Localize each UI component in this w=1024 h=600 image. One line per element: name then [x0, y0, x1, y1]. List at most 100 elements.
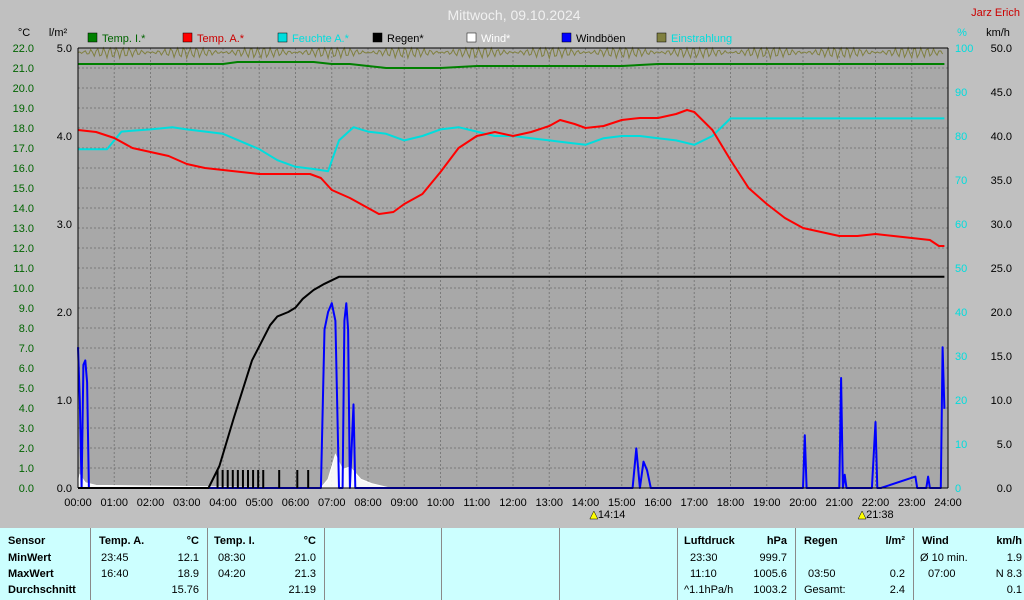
legend-label: Temp. A.* [197, 33, 245, 45]
temp-a-min-time: 23:45 [101, 552, 129, 564]
sensor-header: Sensor [8, 535, 46, 547]
marker-label: 14:14 [598, 509, 626, 521]
x-tick-label: 11:00 [463, 497, 490, 509]
legend-label: Regen* [387, 33, 424, 45]
stats-col-wind: Wind km/h Ø 10 min. 1.9 07:00 N 8.3 0.1 [913, 528, 1024, 600]
wind-tick-label: 15.0 [991, 351, 1012, 363]
luftdruck-max-time: 11:10 [690, 568, 717, 580]
stats-col-empty-3 [559, 528, 677, 600]
stats-col-empty-1 [324, 528, 441, 600]
unit-rain: l/m² [49, 27, 68, 39]
temp-tick-label: 3.0 [19, 423, 34, 435]
legend-label: Windböen [576, 33, 626, 45]
x-tick-label: 00:00 [64, 497, 92, 509]
temp-tick-label: 7.0 [19, 343, 34, 355]
rain-tick-label: 2.0 [57, 307, 72, 319]
wind-tick-label: 25.0 [991, 263, 1012, 275]
humidity-tick-label: 90 [955, 87, 967, 99]
luftdruck-header: Luftdruck [684, 535, 735, 547]
temp-tick-label: 0.0 [19, 483, 34, 495]
x-tick-label: 10:00 [427, 497, 455, 509]
legend-swatch [372, 32, 383, 43]
stats-col-empty-2 [441, 528, 559, 600]
regen-max-time: 03:50 [808, 568, 836, 580]
x-tick-label: 22:00 [862, 497, 890, 509]
x-tick-label: 08:00 [354, 497, 382, 509]
x-tick-label: 18:00 [717, 497, 745, 509]
luftdruck-trend: ^1.1hPa/h [684, 584, 734, 596]
temp-tick-label: 15.0 [13, 183, 34, 195]
regen-total-val: 2.4 [889, 584, 905, 596]
x-tick-label: 07:00 [318, 497, 346, 509]
x-tick-label: 19:00 [753, 497, 781, 509]
stats-col-regen: Regen l/m² 03:50 0.2 Gesamt: 2.4 [795, 528, 913, 600]
wind-tick-label: 40.0 [991, 131, 1012, 143]
legend-swatch [87, 32, 98, 43]
wind-tick-label: 30.0 [991, 219, 1012, 231]
x-tick-label: 21:00 [825, 497, 853, 509]
humidity-tick-label: 20 [955, 395, 967, 407]
x-tick-label: 05:00 [245, 497, 273, 509]
unit-humidity: % [957, 27, 967, 39]
x-tick-label: 03:00 [173, 497, 201, 509]
temp-tick-label: 17.0 [13, 143, 34, 155]
temp-tick-label: 20.0 [13, 83, 34, 95]
stats-col-sensor: Sensor MinWert MaxWert Durchschnitt [0, 528, 90, 600]
temp-i-header: Temp. I. [214, 535, 255, 547]
rain-tick-label: 1.0 [57, 395, 72, 407]
legend-swatch [466, 32, 477, 43]
temp-tick-label: 9.0 [19, 303, 34, 315]
x-tick-label: 23:00 [898, 497, 926, 509]
humidity-tick-label: 40 [955, 307, 967, 319]
temp-tick-label: 11.0 [13, 263, 34, 275]
temp-a-avg: 15.76 [171, 584, 199, 596]
unit-temperature: °C [18, 27, 30, 39]
humidity-tick-label: 10 [955, 439, 967, 451]
temp-tick-label: 21.0 [13, 63, 34, 75]
stats-col-temp-i: Temp. I. °C 08:30 21.0 04:20 21.3 21.19 [207, 528, 324, 600]
legend-label: Einstrahlung [671, 33, 732, 45]
stats-col-luftdruck: Luftdruck hPa 23:30 999.7 11:10 1005.6 ^… [677, 528, 795, 600]
humidity-tick-label: 100 [955, 43, 973, 55]
regen-unit: l/m² [885, 535, 905, 547]
temp-tick-label: 6.0 [19, 363, 34, 375]
humidity-tick-label: 50 [955, 263, 967, 275]
temp-i-avg: 21.19 [288, 584, 316, 596]
rain-tick-label: 0.0 [57, 483, 72, 495]
wind-tick-label: 5.0 [997, 439, 1012, 451]
marker-label: 21:38 [866, 509, 894, 521]
x-tick-label: 06:00 [282, 497, 310, 509]
wind-max-time: 07:00 [928, 568, 956, 580]
temp-i-min-val: 21.0 [294, 552, 316, 564]
row-label-avg: Durchschnitt [8, 584, 76, 596]
x-tick-label: 13:00 [535, 497, 563, 509]
x-tick-label: 17:00 [680, 497, 708, 509]
legend-swatch [561, 32, 572, 43]
chart-title: Mittwoch, 09.10.2024 [447, 7, 580, 23]
wind-tick-label: 35.0 [991, 175, 1012, 187]
legend-label: Feuchte A.* [292, 33, 350, 45]
x-tick-label: 14:00 [572, 497, 600, 509]
x-tick-label: 24:00 [934, 497, 962, 509]
temp-tick-label: 14.0 [13, 203, 34, 215]
temp-tick-label: 16.0 [13, 163, 34, 175]
wind-avg10-val: 1.9 [1006, 552, 1022, 564]
temp-tick-label: 8.0 [19, 323, 34, 335]
legend-swatch [277, 32, 288, 43]
humidity-tick-label: 70 [955, 175, 967, 187]
luftdruck-min-val: 999.7 [759, 552, 787, 564]
x-tick-label: 02:00 [137, 497, 165, 509]
x-tick-label: 20:00 [789, 497, 817, 509]
luftdruck-unit: hPa [766, 535, 787, 547]
stats-col-temp-a: Temp. A. °C 23:45 12.1 16:40 18.9 15.76 [90, 528, 207, 600]
rain-tick-label: 4.0 [57, 131, 72, 143]
temp-tick-label: 2.0 [19, 443, 34, 455]
temp-tick-label: 12.0 [13, 243, 34, 255]
temp-i-unit: °C [303, 535, 316, 547]
x-tick-label: 12:00 [499, 497, 527, 509]
rain-tick-label: 5.0 [57, 43, 72, 55]
x-tick-label: 01:00 [100, 497, 128, 509]
x-tick-label: 15:00 [608, 497, 636, 509]
row-label-min: MinWert [8, 552, 52, 564]
temp-i-min-time: 08:30 [218, 552, 246, 564]
